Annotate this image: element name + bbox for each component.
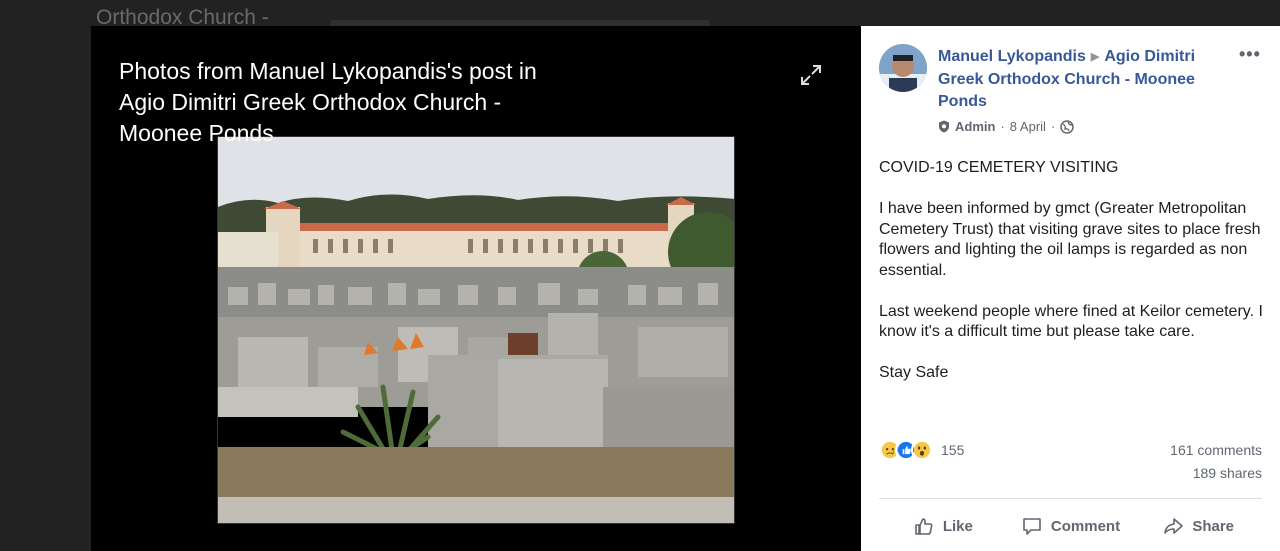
share-icon xyxy=(1164,518,1184,534)
post-paragraph: COVID-19 CEMETERY VISITING xyxy=(879,159,1119,176)
post-paragraph: Last weekend people where fined at Keilo… xyxy=(879,302,1263,341)
more-options-button[interactable]: ••• xyxy=(1239,44,1261,65)
viewer-title: Photos from Manuel Lykopandis's post in … xyxy=(119,58,537,146)
share-label: Share xyxy=(1192,517,1235,535)
comment-button[interactable]: Comment xyxy=(1007,508,1135,544)
post-paragraph: Stay Safe xyxy=(879,364,949,381)
comment-label: Comment xyxy=(1050,517,1121,535)
post-panel: Manuel Lykopandis ▶ Agio Dimitri Greek Ort… xyxy=(861,26,1280,551)
reactions-summary[interactable]: 155 xyxy=(879,439,964,461)
meta-separator: · xyxy=(1050,119,1056,134)
post-date[interactable]: 8 April xyxy=(1010,119,1046,134)
cemetery-photo[interactable] xyxy=(217,136,735,524)
post-actions: Like Comment Share xyxy=(879,508,1262,544)
photo-viewer: Photos from Manuel Lykopandis's post in … xyxy=(91,26,861,551)
like-button[interactable]: Like xyxy=(879,508,1007,544)
divider xyxy=(879,498,1262,499)
arrow-right-icon: ▶ xyxy=(1090,51,1100,63)
share-button[interactable]: Share xyxy=(1134,508,1262,544)
comment-icon xyxy=(1023,518,1041,535)
wow-reaction-icon xyxy=(911,439,933,461)
shares-count[interactable]: 189 shares xyxy=(1193,465,1262,481)
thumbs-up-icon xyxy=(915,518,933,535)
post-header: Manuel Lykopandis ▶ Agio Dimitri Greek Ort… xyxy=(938,46,1223,113)
post-meta: Admin · 8 April · xyxy=(938,119,1075,134)
post-body: COVID-19 CEMETERY VISITING I have been i… xyxy=(879,158,1269,404)
globe-icon[interactable] xyxy=(1060,119,1075,134)
like-label: Like xyxy=(942,517,973,535)
post-paragraph: I have been informed by gmct (Greater Me… xyxy=(879,200,1261,279)
expand-icon[interactable] xyxy=(799,63,823,87)
meta-separator: · xyxy=(1000,119,1005,134)
admin-label: Admin xyxy=(955,119,996,134)
comments-count[interactable]: 161 comments xyxy=(1170,442,1262,458)
avatar[interactable] xyxy=(879,44,927,92)
author-link[interactable]: Manuel Lykopandis xyxy=(938,48,1086,65)
reaction-count: 155 xyxy=(941,442,965,458)
admin-badge-icon xyxy=(939,120,949,133)
